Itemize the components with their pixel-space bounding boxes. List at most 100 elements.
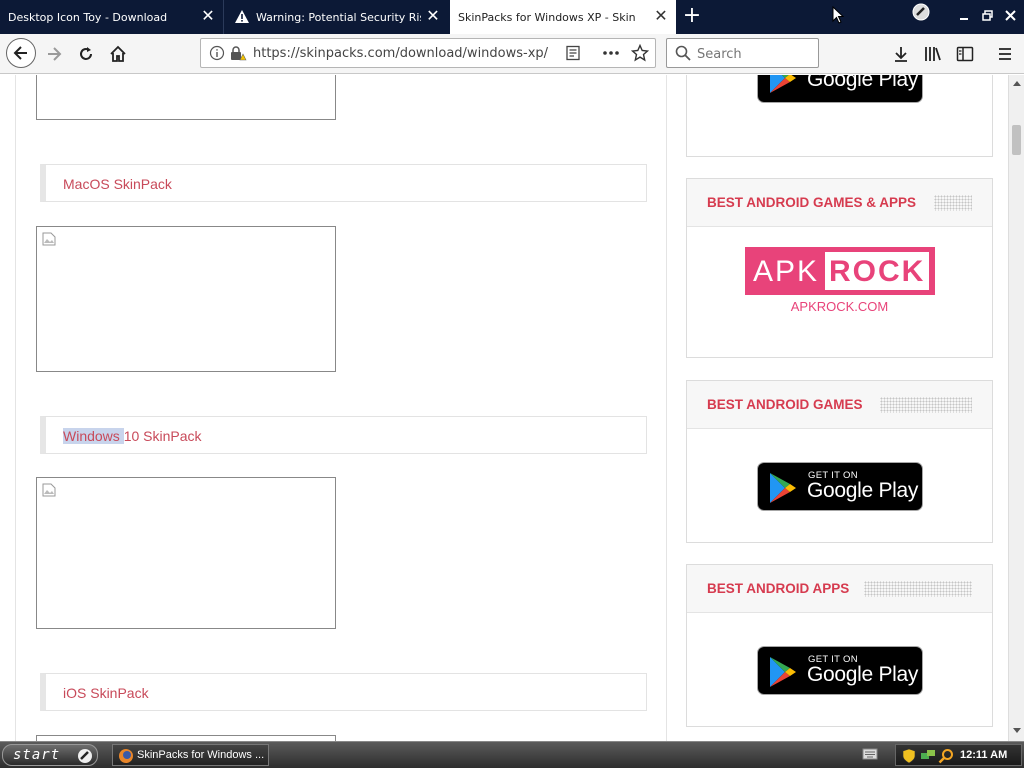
sidebar-widget-games: BEST ANDROID GAMES GET IT ON Google Play [686, 380, 993, 543]
tab-label: Warning: Potential Security Risk Ahead [256, 10, 421, 24]
google-play-widget: Google Play [686, 75, 993, 157]
google-play-text: Google Play [807, 75, 919, 91]
downloads-button[interactable] [890, 43, 912, 65]
skin-preview-image [36, 226, 336, 372]
reload-icon [80, 47, 92, 60]
sidebar-toggle-button[interactable] [954, 43, 976, 65]
apkrock-logo[interactable]: APK ROCK [745, 247, 935, 295]
forward-button[interactable] [40, 40, 68, 68]
tab-desktop-icon-toy[interactable]: Desktop Icon Toy - Download ✕ [0, 0, 224, 34]
restore-icon [982, 10, 993, 21]
scroll-up-arrow-icon[interactable] [1012, 79, 1022, 87]
scrollbar-thumb[interactable] [1012, 125, 1021, 155]
package-heading: MacOS SkinPack [40, 164, 647, 202]
taskbar: start SkinPacks for Windows ... 12:11 AM [0, 741, 1024, 768]
google-play-badge[interactable]: GET IT ON Google Play [757, 462, 923, 511]
package-heading: iOS SkinPack [40, 673, 647, 711]
google-play-text: Google Play [807, 663, 919, 686]
close-tab-icon[interactable]: ✕ [654, 8, 668, 24]
start-button[interactable]: start [2, 744, 98, 766]
package-heading: Windows 10 SkinPack [40, 416, 647, 454]
hamburger-menu-icon [999, 48, 1011, 60]
address-bar[interactable]: https://skinpacks.com/download/windows-x… [200, 38, 656, 68]
warning-icon [235, 10, 249, 23]
keyboard-icon[interactable] [862, 747, 878, 761]
reload-button[interactable] [72, 40, 100, 68]
info-icon[interactable] [209, 45, 225, 61]
back-button[interactable] [6, 38, 36, 68]
widget-title: BEST ANDROID GAMES [707, 397, 863, 412]
clock[interactable]: 12:11 AM [960, 749, 1007, 761]
page-content: MacOS SkinPack Windows 10 SkinPack iOS S… [0, 75, 1008, 741]
google-play-logo-icon [770, 657, 796, 687]
widget-header: BEST ANDROID GAMES [687, 381, 992, 429]
selected-text: Windows [63, 428, 124, 444]
taskbar-item-firefox[interactable]: SkinPacks for Windows ... [112, 744, 269, 766]
sidebar-widget-apps: BEST ANDROID APPS GET IT ON Google Play [686, 564, 993, 727]
scroll-down-arrow-icon[interactable] [1012, 727, 1022, 735]
minimize-icon [960, 18, 968, 20]
bookmark-star-icon[interactable] [631, 44, 649, 62]
logo-badge: ROCK [825, 252, 929, 290]
package-link-text: 10 SkinPack [123, 428, 202, 444]
sidebar-icon [956, 46, 974, 62]
tab-label: SkinPacks for Windows XP - Skin Pack for… [458, 10, 638, 24]
home-icon [110, 45, 126, 62]
network-icon[interactable] [920, 748, 936, 764]
widget-header: BEST ANDROID APPS [687, 565, 992, 613]
page-actions-icon[interactable] [601, 45, 621, 61]
search-box[interactable] [666, 38, 819, 68]
url-text[interactable]: https://skinpacks.com/download/windows-x… [253, 46, 548, 61]
package-link-windows-10[interactable]: Windows 10 SkinPack [63, 428, 202, 444]
search-icon [675, 45, 691, 61]
column-divider [15, 75, 16, 741]
column-divider [666, 75, 667, 741]
restore-button[interactable] [977, 6, 999, 26]
skin-preview-image [36, 477, 336, 629]
security-shield-icon[interactable] [902, 748, 916, 764]
google-play-text: Google Play [807, 479, 919, 502]
search-input[interactable] [697, 45, 812, 63]
close-icon [1005, 10, 1016, 21]
reader-view-icon[interactable] [565, 45, 581, 61]
open-menu-button[interactable] [994, 43, 1016, 65]
library-button[interactable] [922, 43, 944, 65]
arrow-right-icon [48, 47, 62, 61]
google-play-badge[interactable]: Google Play [757, 75, 923, 103]
widget-header: BEST ANDROID GAMES & APPS [687, 179, 992, 227]
google-play-logo-icon [770, 75, 796, 93]
library-icon [925, 47, 941, 61]
search-tray-icon[interactable] [938, 748, 954, 764]
header-pattern [934, 195, 972, 211]
google-play-logo-icon [770, 473, 796, 503]
start-label: start [13, 747, 61, 763]
header-pattern [880, 397, 972, 413]
close-tab-icon[interactable]: ✕ [201, 8, 215, 24]
tab-strip: Desktop Icon Toy - Download ✕ Warning: P… [0, 0, 1024, 34]
system-tray: 12:11 AM [895, 744, 1022, 766]
header-pattern [864, 581, 972, 597]
minimize-button[interactable] [954, 6, 976, 26]
home-button[interactable] [104, 40, 132, 68]
mouse-cursor-icon [832, 6, 844, 24]
apkrock-link[interactable]: APKROCK.COM [687, 299, 992, 314]
package-link-ios[interactable]: iOS SkinPack [63, 685, 149, 701]
broken-image-icon [42, 232, 56, 246]
arrow-left-icon [13, 46, 27, 60]
package-link-macos[interactable]: MacOS SkinPack [63, 176, 172, 192]
vertical-scrollbar[interactable] [1008, 75, 1024, 741]
start-orb-icon [78, 749, 92, 763]
new-tab-button[interactable]: + [682, 5, 702, 27]
close-tab-icon[interactable]: ✕ [426, 8, 440, 24]
logo-text: APK [753, 255, 820, 288]
tab-label: Desktop Icon Toy - Download [8, 10, 168, 24]
tab-skinpacks-active[interactable]: SkinPacks for Windows XP - Skin Pack for… [450, 0, 676, 34]
navigation-toolbar: https://skinpacks.com/download/windows-x… [0, 34, 1024, 74]
close-window-button[interactable] [1000, 6, 1022, 26]
insecure-lock-icon[interactable] [229, 45, 247, 61]
theme-orb-icon [912, 3, 930, 21]
firefox-app-icon [119, 749, 133, 763]
google-play-badge[interactable]: GET IT ON Google Play [757, 646, 923, 695]
tab-security-warning[interactable]: Warning: Potential Security Risk Ahead ✕ [226, 0, 448, 34]
widget-title: BEST ANDROID GAMES & APPS [707, 195, 917, 210]
